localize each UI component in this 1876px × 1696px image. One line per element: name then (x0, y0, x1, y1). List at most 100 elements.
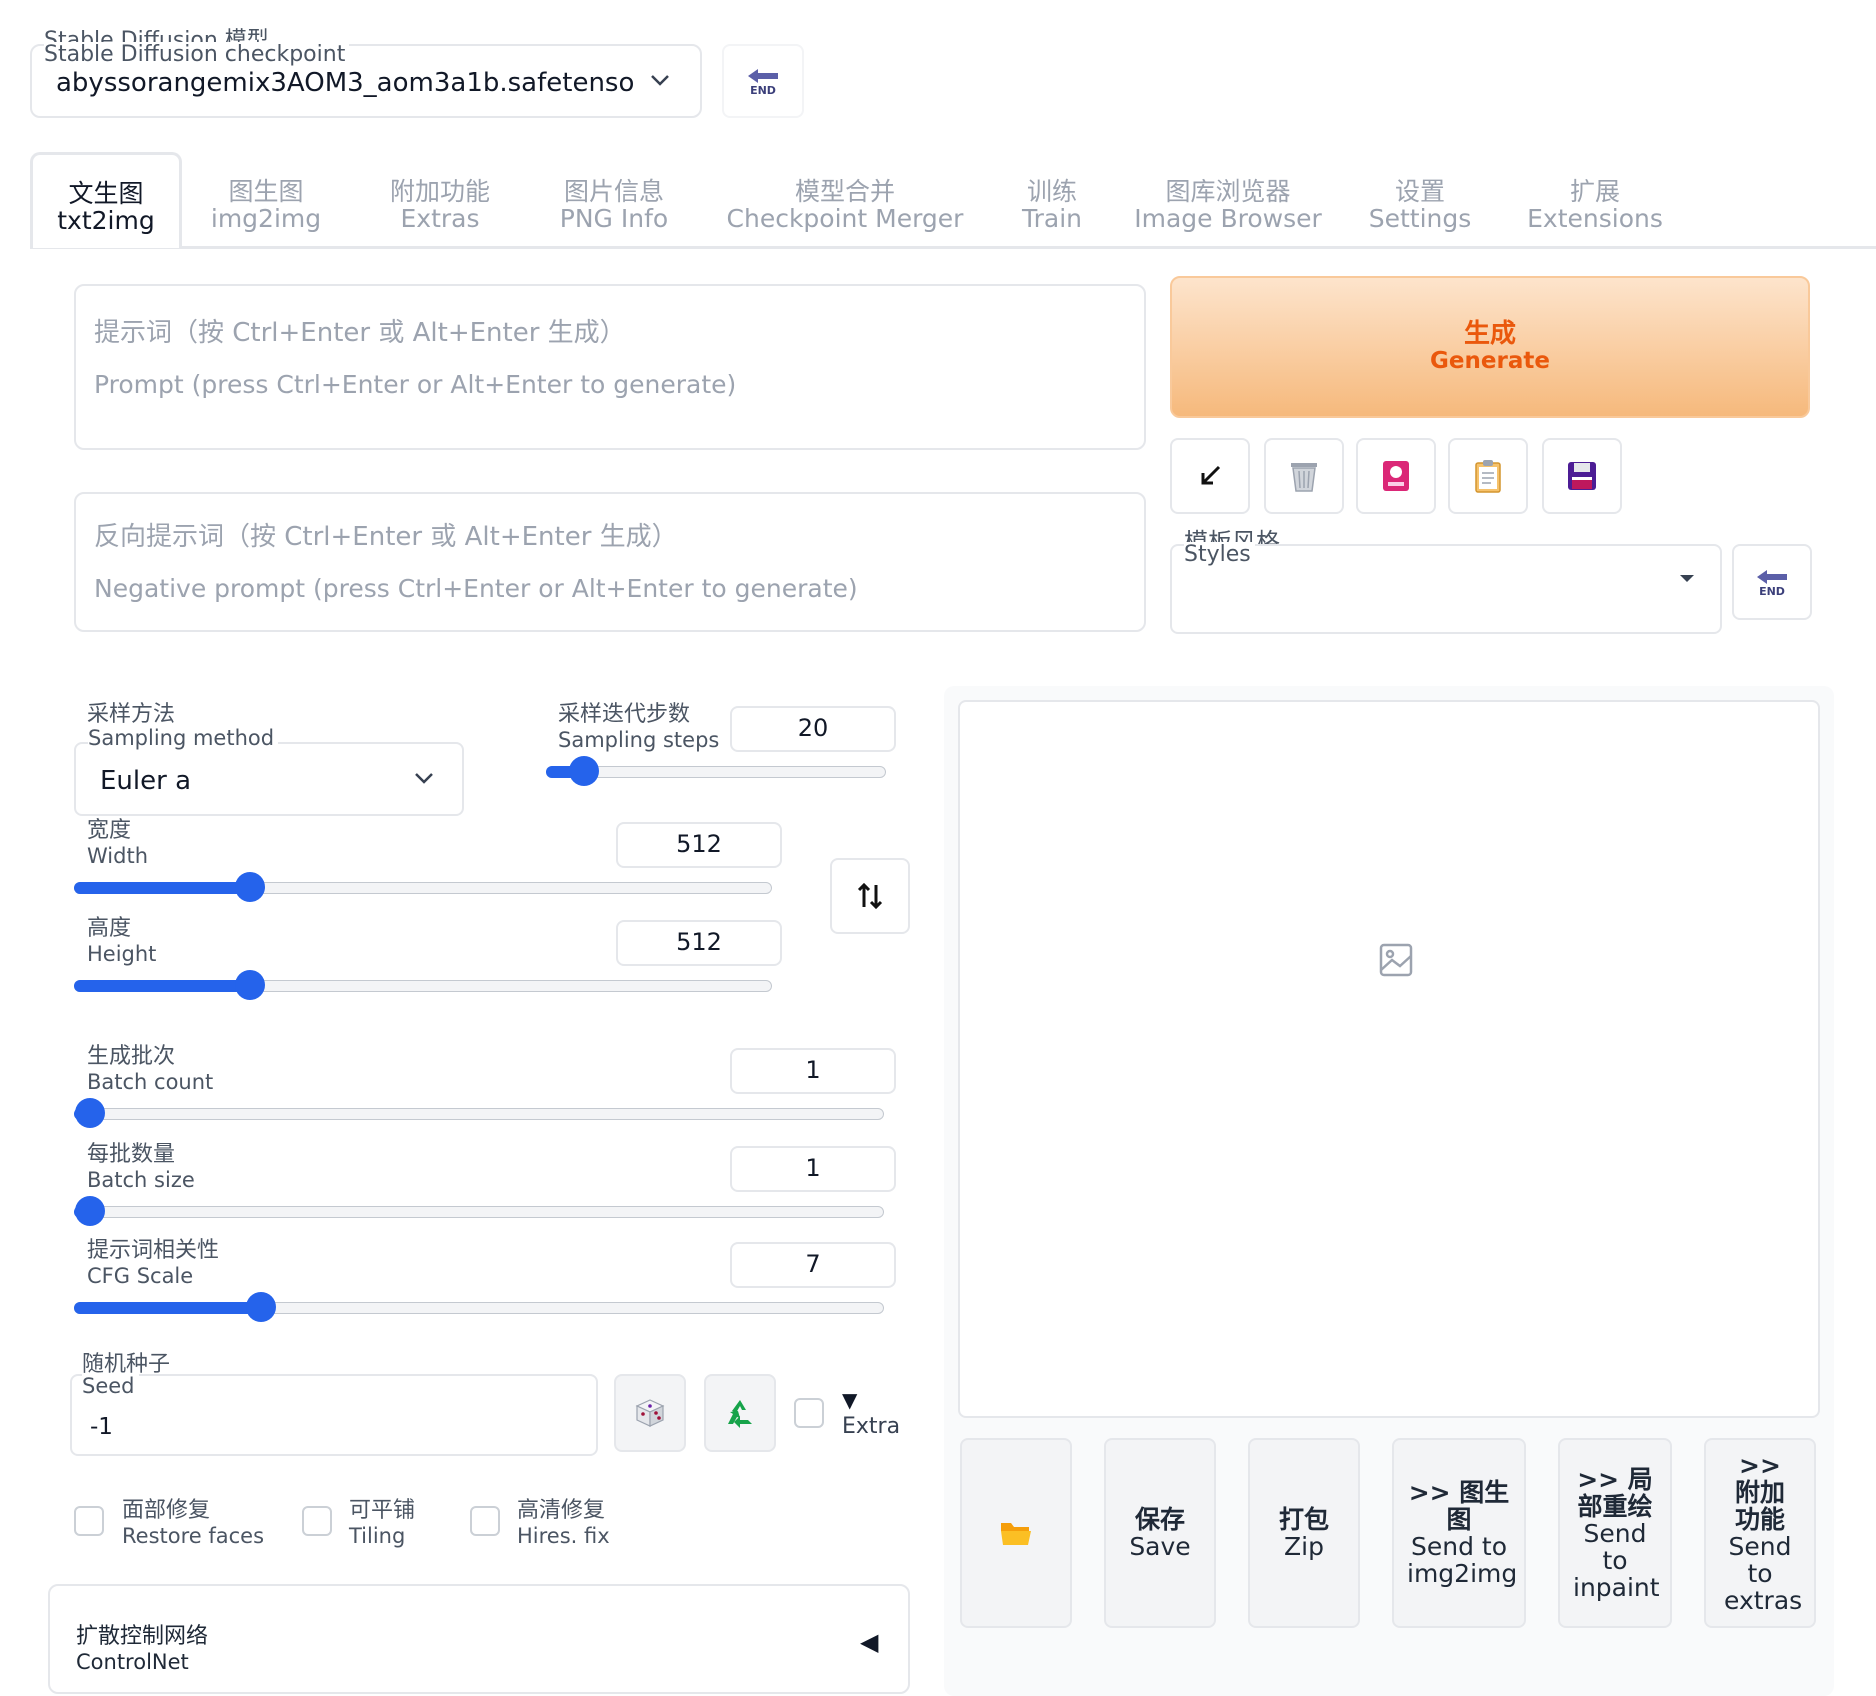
cfg-scale-slider[interactable] (73, 1292, 884, 1322)
negative-prompt-textarea[interactable]: 反向提示词（按 Ctrl+Enter 或 Alt+Enter 生成） Negat… (74, 492, 1146, 632)
tab-txt2img-zh: 文生图 (68, 179, 144, 208)
end-arrow-icon: END (1755, 568, 1789, 597)
prompt-placeholder-zh: 提示词（按 Ctrl+Enter 或 Alt+Enter 生成） (94, 318, 626, 348)
swap-dimensions-button[interactable] (830, 858, 910, 934)
refresh-styles-button[interactable]: END (1732, 544, 1812, 620)
tab-extensions-zh: 扩展 (1569, 177, 1620, 206)
tab-png-info[interactable]: 图片信息 PNG Info (546, 178, 682, 232)
tab-train-zh: 训练 (1026, 177, 1077, 206)
reuse-seed-button[interactable] (704, 1374, 776, 1452)
cfg-scale-label-en: CFG Scale (87, 1264, 194, 1288)
collapse-arrow-icon: ◀ (860, 1628, 879, 1656)
send-to-extras-label-en: Send to extras (1724, 1532, 1803, 1615)
batch-size-label-zh: 每批数量 (87, 1142, 176, 1167)
restore-faces-checkbox[interactable] (74, 1506, 104, 1536)
zip-button[interactable]: 打包 Zip (1248, 1438, 1360, 1628)
seed-label-en: Seed (82, 1374, 139, 1398)
apply-style-button[interactable] (1448, 438, 1528, 514)
tab-train[interactable]: 训练 Train (1002, 178, 1102, 232)
generate-label-en: Generate (1430, 348, 1550, 374)
image-preview (958, 700, 1820, 1418)
tab-settings-en: Settings (1368, 204, 1472, 233)
picture-card-icon (1383, 461, 1409, 491)
height-label-en: Height (87, 942, 157, 966)
arrow-down-left-icon (1201, 465, 1221, 485)
tab-image-browser-zh: 图库浏览器 (1165, 177, 1291, 206)
tab-image-browser-en: Image Browser (1134, 204, 1322, 233)
extra-networks-button[interactable] (1356, 438, 1436, 514)
batch-size-slider[interactable] (73, 1196, 884, 1226)
tab-extensions-en: Extensions (1527, 204, 1663, 233)
tab-extras[interactable]: 附加功能 Extras (372, 178, 508, 232)
cfg-scale-input[interactable]: 7 (730, 1242, 896, 1288)
open-folder-button[interactable] (960, 1438, 1072, 1628)
tab-img2img-zh: 图生图 (228, 177, 304, 206)
floppy-disk-icon (1568, 462, 1596, 490)
width-input[interactable]: 512 (616, 822, 782, 868)
end-arrow-icon: END (746, 67, 780, 96)
tab-extras-zh: 附加功能 (389, 177, 490, 206)
styles-dropdown[interactable]: Styles (1170, 542, 1722, 634)
image-placeholder-icon (1379, 943, 1413, 977)
tab-extras-en: Extras (400, 204, 480, 233)
tab-checkpoint-merger-en: Checkpoint Merger (726, 204, 964, 233)
height-slider[interactable] (73, 970, 772, 1000)
send-to-img2img-button[interactable]: >> 图生图 Send to img2img (1392, 1438, 1526, 1628)
extra-arrow-icon: ▼ (842, 1388, 858, 1412)
hires-fix-label-en: Hires. fix (517, 1524, 610, 1548)
styles-label-en: Styles (1184, 542, 1255, 567)
tab-png-info-zh: 图片信息 (563, 177, 664, 206)
random-seed-button[interactable] (614, 1374, 686, 1452)
tiling-label-zh: 可平铺 (349, 1498, 416, 1523)
height-label-zh: 高度 (87, 916, 132, 941)
controlnet-accordion[interactable]: 扩散控制网络 ControlNet ◀ (48, 1584, 910, 1694)
tab-image-browser[interactable]: 图库浏览器 Image Browser (1128, 178, 1328, 232)
tab-txt2img[interactable]: 文生图 txt2img (30, 152, 182, 248)
prompt-placeholder-en: Prompt (press Ctrl+Enter or Alt+Enter to… (94, 370, 737, 399)
save-style-button[interactable] (1542, 438, 1622, 514)
send-to-inpaint-button[interactable]: >> 局部重绘 Send to inpaint (1558, 1438, 1672, 1628)
chevron-down-icon (648, 68, 672, 96)
seed-input[interactable]: Seed -1 (70, 1374, 598, 1456)
tab-train-en: Train (1022, 204, 1082, 233)
generate-button[interactable]: 生成 Generate (1170, 276, 1810, 418)
prompt-textarea[interactable]: 提示词（按 Ctrl+Enter 或 Alt+Enter 生成） Prompt … (74, 284, 1146, 450)
tab-settings[interactable]: 设置 Settings (1360, 178, 1480, 232)
tab-checkpoint-merger[interactable]: 模型合并 Checkpoint Merger (720, 178, 970, 232)
seed-value: -1 (90, 1414, 113, 1440)
sampling-steps-slider[interactable] (545, 756, 886, 786)
width-slider[interactable] (73, 872, 772, 902)
batch-size-label-en: Batch size (87, 1168, 195, 1192)
hires-fix-checkbox[interactable] (470, 1506, 500, 1536)
checkpoint-dropdown[interactable]: Stable Diffusion checkpoint abyssorangem… (30, 42, 702, 118)
chevron-down-icon (412, 766, 436, 794)
tab-extensions[interactable]: 扩展 Extensions (1520, 178, 1670, 232)
hires-fix-label-zh: 高清修复 (517, 1498, 606, 1523)
save-button[interactable]: 保存 Save (1104, 1438, 1216, 1628)
extra-label[interactable]: Extra (842, 1414, 900, 1439)
end-label: END (750, 83, 776, 97)
read-params-button[interactable] (1170, 438, 1250, 514)
sampling-method-value: Euler a (100, 766, 192, 796)
send-to-img2img-label-en: Send to img2img (1407, 1532, 1518, 1588)
tiling-checkbox[interactable] (302, 1506, 332, 1536)
checkpoint-value: abyssorangemix3AOM3_aom3a1b.safetensors … (56, 68, 636, 98)
send-to-extras-button[interactable]: >> 附加功能 Send to extras (1704, 1438, 1816, 1628)
save-label-zh: 保存 (1134, 1505, 1185, 1534)
sampling-steps-input[interactable]: 20 (730, 706, 896, 752)
folder-icon (1001, 1523, 1031, 1545)
dropdown-arrow-icon (1678, 570, 1696, 589)
clear-prompt-button[interactable] (1264, 438, 1344, 514)
end-label: END (1759, 584, 1785, 598)
batch-size-input[interactable]: 1 (730, 1146, 896, 1192)
refresh-checkpoint-button[interactable]: END (722, 44, 804, 118)
recycle-icon (728, 1400, 752, 1428)
extra-seed-checkbox[interactable] (794, 1398, 824, 1428)
send-to-extras-label-zh: >> 附加功能 (1734, 1451, 1785, 1534)
batch-count-input[interactable]: 1 (730, 1048, 896, 1094)
sampling-method-dropdown[interactable]: Sampling method Euler a (74, 726, 464, 816)
height-input[interactable]: 512 (616, 920, 782, 966)
tab-img2img[interactable]: 图生图 img2img (198, 178, 334, 232)
output-panel: 保存 Save 打包 Zip >> 图生图 Send to img2img >>… (944, 686, 1834, 1696)
batch-count-slider[interactable] (73, 1098, 884, 1128)
